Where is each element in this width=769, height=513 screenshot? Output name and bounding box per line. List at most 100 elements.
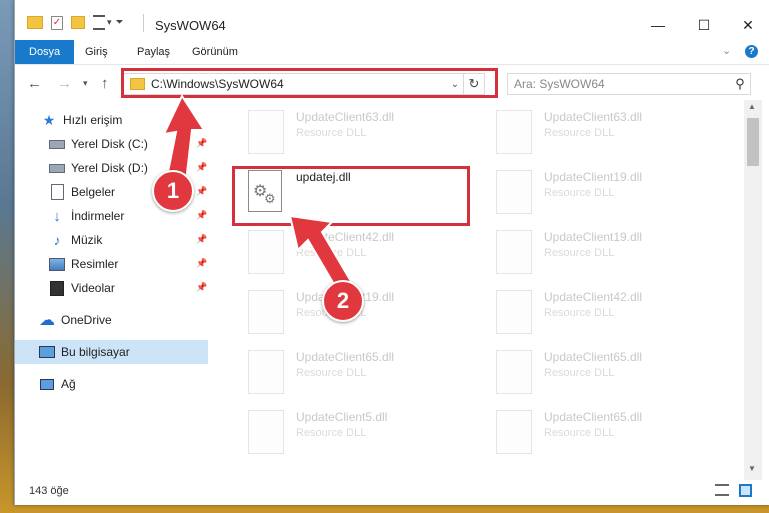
up-arrow-icon[interactable]: ↑ xyxy=(101,75,109,92)
minimize-button[interactable]: — xyxy=(635,10,681,40)
scroll-down-icon[interactable]: ▼ xyxy=(748,464,756,473)
sidebar-item-onedrive[interactable]: ☁ OneDrive xyxy=(39,309,112,331)
documents-icon xyxy=(49,184,65,200)
window-title: SysWOW64 xyxy=(155,18,226,33)
file-item[interactable]: UpdateClient63.dll Resource DLL xyxy=(482,104,722,164)
ribbon-tabs: Dosya Giriş Paylaş Görünüm ⌄ ? xyxy=(15,40,769,64)
sidebar-item-documents[interactable]: Belgeler xyxy=(49,181,115,203)
customize-toolbar-icon[interactable]: ⏷ xyxy=(116,17,124,28)
recent-locations-icon[interactable]: ▾ xyxy=(83,78,88,89)
file-description: Resource DLL xyxy=(544,367,615,379)
chevron-down-icon[interactable]: ▾ xyxy=(107,17,112,28)
sidebar-item-local-disk-d[interactable]: Yerel Disk (D:) xyxy=(49,157,148,179)
file-highlight-box xyxy=(232,166,470,226)
file-item[interactable]: UpdateClient65.dll Resource DLL xyxy=(482,404,722,464)
details-view-icon[interactable] xyxy=(715,484,729,496)
music-icon: ♪ xyxy=(53,232,61,248)
file-item[interactable]: UpdateClient19.dll Resource DLL xyxy=(482,164,722,224)
file-name: UpdateClient63.dll xyxy=(544,110,643,124)
file-item[interactable]: UpdateClient42.dll Resource DLL xyxy=(482,284,722,344)
file-item[interactable]: UpdateClient5.dll Resource DLL xyxy=(234,404,474,464)
file-name: UpdateClient5.dll xyxy=(296,410,388,424)
scrollbar-thumb[interactable] xyxy=(747,118,759,166)
dll-file-icon xyxy=(496,290,534,336)
sidebar-item-music[interactable]: ♪ Müzik xyxy=(49,229,103,251)
file-description: Resource DLL xyxy=(296,367,367,379)
file-description: Resource DLL xyxy=(544,307,615,319)
back-arrow-icon[interactable]: ← xyxy=(27,75,42,92)
file-item[interactable]: UpdateClient42.dll Resource DLL xyxy=(234,224,474,284)
sidebar-item-downloads[interactable]: ↓ İndirmeler xyxy=(49,205,124,227)
sidebar-item-quick-access[interactable]: ★ Hızlı erişim xyxy=(41,109,123,131)
new-folder-icon[interactable] xyxy=(71,16,85,29)
dll-file-icon xyxy=(496,230,534,276)
sidebar-item-network[interactable]: Ağ xyxy=(39,373,76,395)
sidebar-item-pictures[interactable]: Resimler xyxy=(49,253,118,275)
dll-file-icon xyxy=(496,170,534,216)
large-icons-view-icon[interactable] xyxy=(739,484,752,497)
drive-icon xyxy=(49,160,65,176)
status-bar: 143 öğe xyxy=(15,480,769,505)
view-options-icon[interactable] xyxy=(93,15,105,30)
close-button[interactable]: ✕ xyxy=(725,10,769,40)
pin-icon[interactable]: 📌 xyxy=(196,234,207,245)
vertical-scrollbar[interactable]: ▲ ▼ xyxy=(744,100,762,480)
step-1-badge: 1 xyxy=(152,170,194,212)
search-placeholder: Ara: SysWOW64 xyxy=(514,77,605,91)
search-field[interactable]: Ara: SysWOW64 ⚲ xyxy=(507,73,751,95)
sidebar-item-this-pc[interactable]: Bu bilgisayar xyxy=(39,341,130,363)
navigation-pane: ★ Hızlı erişim Yerel Disk (C:) 📌 Yerel D… xyxy=(15,100,208,480)
title-separator xyxy=(143,14,144,32)
tab-share[interactable]: Paylaş xyxy=(137,40,170,64)
video-icon xyxy=(49,280,65,296)
file-name: UpdateClient19.dll xyxy=(544,170,643,184)
file-item[interactable]: UpdateClient63.dll Resource DLL xyxy=(234,104,474,164)
file-item[interactable]: UpdateClient65.dll Resource DLL xyxy=(234,344,474,404)
pin-icon[interactable]: 📌 xyxy=(196,138,207,149)
file-list: UpdateClient63.dll Resource DLL UpdateCli… xyxy=(220,100,744,480)
properties-icon[interactable]: ✓ xyxy=(51,15,63,30)
help-icon[interactable]: ? xyxy=(745,45,758,58)
file-item[interactable]: UpdateClient65.dll Resource DLL xyxy=(482,344,722,404)
tab-home[interactable]: Giriş xyxy=(85,40,108,64)
step-2-badge: 2 xyxy=(322,280,364,322)
pin-icon[interactable]: 📌 xyxy=(196,258,207,269)
tab-file[interactable]: Dosya xyxy=(15,40,75,64)
sidebar-item-local-disk-c[interactable]: Yerel Disk (C:) xyxy=(49,133,148,155)
pin-icon[interactable]: 📌 xyxy=(196,186,207,197)
forward-arrow-icon[interactable]: → xyxy=(57,75,72,92)
file-description: Resource DLL xyxy=(544,427,615,439)
network-icon xyxy=(39,376,55,392)
item-count: 143 öğe xyxy=(29,485,69,497)
dll-file-icon xyxy=(496,110,534,156)
maximize-button[interactable]: ☐ xyxy=(681,10,727,40)
file-description: Resource DLL xyxy=(544,127,615,139)
cloud-icon: ☁ xyxy=(39,312,55,329)
sidebar-item-label: Resimler xyxy=(71,257,119,271)
tab-view[interactable]: Görünüm xyxy=(192,40,238,64)
pin-icon[interactable]: 📌 xyxy=(196,210,207,221)
folder-icon[interactable] xyxy=(27,16,43,29)
title-bar: ✓ ▾ ⏷ SysWOW64 — ☐ ✕ xyxy=(15,0,769,44)
pin-icon[interactable]: 📌 xyxy=(196,162,207,173)
file-name: UpdateClient42.dll xyxy=(544,290,643,304)
file-name: UpdateClient19.dll xyxy=(544,230,643,244)
download-icon: ↓ xyxy=(53,207,61,225)
dll-file-icon xyxy=(248,350,286,396)
file-description: Resource DLL xyxy=(296,427,367,439)
file-description: Resource DLL xyxy=(544,247,615,259)
file-description: Resource DLL xyxy=(296,247,367,259)
pictures-icon xyxy=(49,256,65,272)
dll-file-icon xyxy=(248,230,286,276)
scroll-up-icon[interactable]: ▲ xyxy=(748,102,756,111)
file-item[interactable]: UpdateClient19.dll Resource DLL xyxy=(482,224,722,284)
file-name: UpdateClient65.dll xyxy=(544,410,643,424)
chevron-down-icon[interactable]: ⌄ xyxy=(722,44,731,57)
file-description: Resource DLL xyxy=(544,187,615,199)
search-icon[interactable]: ⚲ xyxy=(730,76,750,92)
dll-file-icon xyxy=(496,410,534,456)
dll-file-icon xyxy=(248,110,286,156)
sidebar-item-videos[interactable]: Videolar xyxy=(49,277,115,299)
pin-icon[interactable]: 📌 xyxy=(196,282,207,293)
sidebar-item-label: Yerel Disk (C:) xyxy=(71,137,148,151)
